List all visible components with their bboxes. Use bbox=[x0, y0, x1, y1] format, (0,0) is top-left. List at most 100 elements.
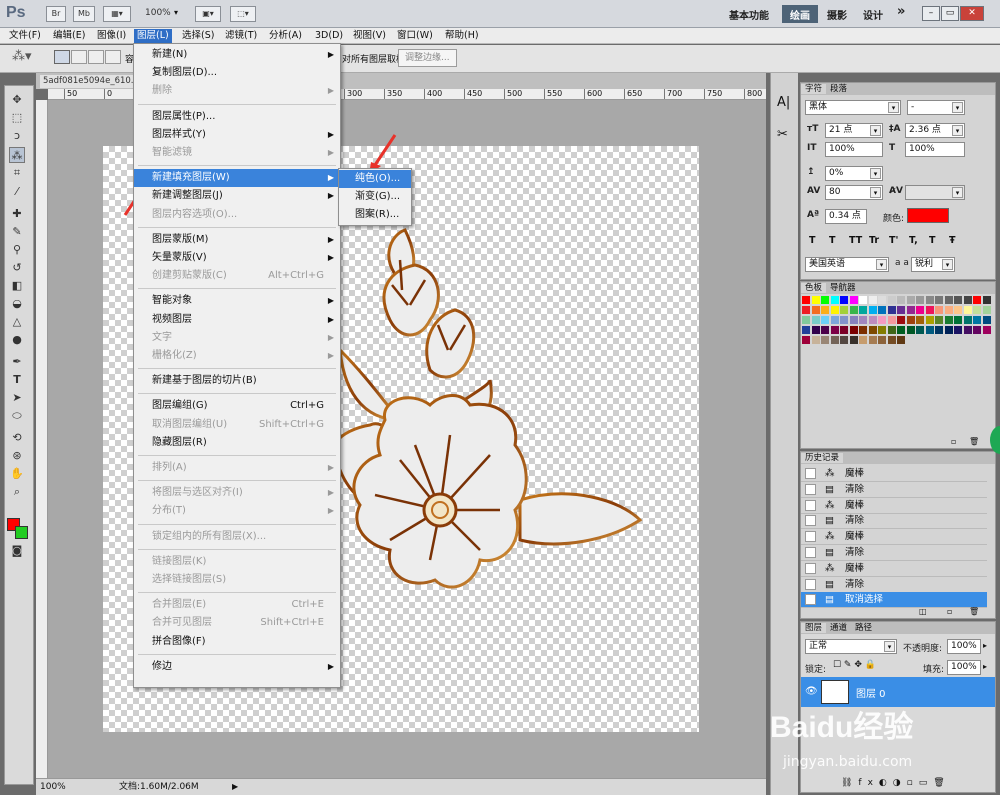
color-swatch[interactable] bbox=[925, 306, 934, 314]
history-item[interactable]: ▤ 取消选择 bbox=[801, 592, 987, 609]
workspace-more[interactable]: » bbox=[897, 4, 905, 19]
menu-help[interactable]: 帮助(H) bbox=[442, 29, 482, 43]
color-swatch[interactable] bbox=[887, 316, 896, 324]
color-swatch[interactable] bbox=[868, 296, 877, 304]
healing-tool-icon[interactable]: ✚ bbox=[9, 206, 25, 222]
color-swatch[interactable] bbox=[821, 316, 829, 324]
new-swatch-icon[interactable]: ▫ bbox=[951, 437, 956, 446]
3d-orbit-icon[interactable]: ⊛ bbox=[9, 448, 25, 464]
layer-menu-item[interactable]: 图层编组(G) Ctrl+G bbox=[134, 397, 340, 415]
color-swatch[interactable] bbox=[849, 316, 858, 324]
kerning-field[interactable]: ▾ bbox=[905, 185, 965, 200]
color-swatch[interactable] bbox=[982, 296, 991, 304]
layer-menu-item[interactable]: 新建填充图层(W) ▶ bbox=[134, 169, 340, 188]
dodge-tool-icon[interactable]: ● bbox=[9, 332, 25, 348]
color-swatch[interactable] bbox=[925, 316, 934, 324]
color-swatch[interactable] bbox=[887, 326, 896, 334]
magic-wand-preset-icon[interactable]: ⁂▾ bbox=[12, 49, 32, 64]
color-swatch[interactable] bbox=[887, 296, 896, 304]
eyedropper-tool-icon[interactable]: ⁄ bbox=[9, 184, 25, 200]
fill-submenu-item[interactable]: 纯色(O)... bbox=[339, 170, 411, 188]
tracking-field[interactable]: 80 ▾ bbox=[825, 185, 883, 200]
document-tab[interactable]: 5adf081e5094e_610.j bbox=[40, 75, 136, 88]
character-panel-icon[interactable]: A| bbox=[777, 95, 790, 110]
color-swatch[interactable] bbox=[944, 316, 953, 324]
color-swatch[interactable] bbox=[954, 306, 962, 314]
leading-field[interactable]: 2.36 点 ▾ bbox=[905, 123, 965, 138]
color-swatch[interactable] bbox=[878, 296, 886, 304]
history-checkbox[interactable] bbox=[805, 483, 816, 495]
layer-name[interactable]: 图层 0 bbox=[856, 685, 886, 700]
history-item[interactable]: ▤ 清除 bbox=[801, 545, 987, 561]
color-swatch[interactable] bbox=[963, 306, 972, 314]
text-style-button[interactable]: T' bbox=[889, 235, 898, 246]
color-swatch[interactable] bbox=[954, 296, 962, 304]
text-style-button[interactable]: Tr bbox=[869, 235, 879, 246]
color-swatch[interactable] bbox=[963, 296, 972, 304]
color-swatch[interactable] bbox=[935, 296, 943, 304]
color-swatch[interactable] bbox=[840, 326, 848, 334]
workspace-essentials[interactable]: 基本功能 bbox=[729, 7, 769, 22]
font-family-select[interactable]: 黑体 ▾ bbox=[805, 100, 901, 115]
fill-field[interactable]: 100% bbox=[947, 660, 981, 675]
chevron-down-icon[interactable]: ▾ bbox=[174, 8, 178, 17]
color-swatch[interactable] bbox=[982, 326, 991, 334]
layer-menu-item[interactable]: 图层样式(Y) ▶ bbox=[134, 126, 340, 144]
marquee-tool-icon[interactable]: ⬚ bbox=[9, 110, 25, 126]
color-swatch[interactable] bbox=[802, 326, 810, 334]
color-swatch[interactable] bbox=[973, 306, 981, 314]
bridge-button[interactable]: Br bbox=[46, 6, 66, 22]
color-swatch[interactable] bbox=[897, 306, 905, 314]
tab-paths[interactable]: 路径 bbox=[851, 623, 876, 633]
history-checkbox[interactable] bbox=[805, 499, 816, 511]
color-swatch[interactable] bbox=[878, 326, 886, 334]
selection-intersect-icon[interactable] bbox=[105, 50, 121, 64]
menu-select[interactable]: 选择(S) bbox=[179, 29, 217, 43]
color-swatch[interactable] bbox=[849, 336, 858, 344]
history-brush-icon[interactable]: ↺ bbox=[9, 260, 25, 276]
color-swatch[interactable] bbox=[878, 306, 886, 314]
text-style-button[interactable]: T bbox=[829, 235, 835, 246]
history-item[interactable]: ▤ 清除 bbox=[801, 513, 987, 530]
chevron-right-icon[interactable]: ▸ bbox=[983, 641, 987, 650]
color-swatch[interactable] bbox=[859, 326, 867, 334]
menu-window[interactable]: 窗口(W) bbox=[394, 29, 436, 43]
color-swatch[interactable] bbox=[811, 296, 820, 304]
tab-navigator[interactable]: 导航器 bbox=[826, 283, 860, 293]
layer-menu-item[interactable]: 矢量蒙版(V) ▶ bbox=[134, 249, 340, 267]
color-swatch[interactable] bbox=[878, 336, 886, 344]
history-item[interactable]: ⁂ 魔棒 bbox=[801, 529, 987, 546]
color-swatch[interactable] bbox=[906, 326, 915, 334]
opacity-field[interactable]: 100% bbox=[947, 639, 981, 654]
history-checkbox[interactable] bbox=[805, 531, 816, 543]
font-size-field[interactable]: 21 点 ▾ bbox=[825, 123, 883, 138]
status-arrow-icon[interactable]: ▶ bbox=[232, 779, 238, 795]
text-style-button[interactable]: T, bbox=[909, 235, 918, 246]
bucket-tool-icon[interactable]: ◒ bbox=[9, 296, 25, 312]
vertical-scale-field[interactable]: 100% bbox=[825, 142, 883, 157]
color-swatch[interactable] bbox=[802, 336, 810, 344]
color-swatch[interactable] bbox=[868, 326, 877, 334]
layer-menu-item[interactable]: 新建(N) ▶ bbox=[134, 46, 340, 64]
3d-rotate-icon[interactable]: ⟲ bbox=[9, 430, 25, 446]
layer-menu-item[interactable]: 新建调整图层(J) ▶ bbox=[134, 187, 340, 205]
color-swatch[interactable] bbox=[868, 306, 877, 314]
color-swatch[interactable] bbox=[821, 336, 829, 344]
color-swatch[interactable] bbox=[830, 296, 839, 304]
delete-swatch-icon[interactable]: 🗑 bbox=[969, 437, 979, 446]
layer-menu-item[interactable]: 图层属性(P)... bbox=[134, 108, 340, 126]
swatch-grid[interactable] bbox=[802, 296, 994, 366]
color-swatch[interactable] bbox=[897, 326, 905, 334]
color-swatch[interactable] bbox=[982, 306, 991, 314]
color-swatch[interactable] bbox=[944, 326, 953, 334]
blur-tool-icon[interactable]: △ bbox=[9, 314, 25, 330]
color-swatch[interactable] bbox=[811, 316, 820, 324]
history-item[interactable]: ⁂ 魔棒 bbox=[801, 498, 987, 514]
color-swatch[interactable] bbox=[840, 306, 848, 314]
color-swatch[interactable] bbox=[944, 296, 953, 304]
workspace-design[interactable]: 设计 bbox=[863, 7, 883, 22]
color-swatch[interactable] bbox=[811, 336, 820, 344]
doc-size-info[interactable]: 文档:1.60M/2.06M bbox=[119, 779, 199, 795]
restore-button[interactable]: ▭ bbox=[941, 6, 959, 21]
brush-tool-icon[interactable]: ✎ bbox=[9, 224, 25, 240]
